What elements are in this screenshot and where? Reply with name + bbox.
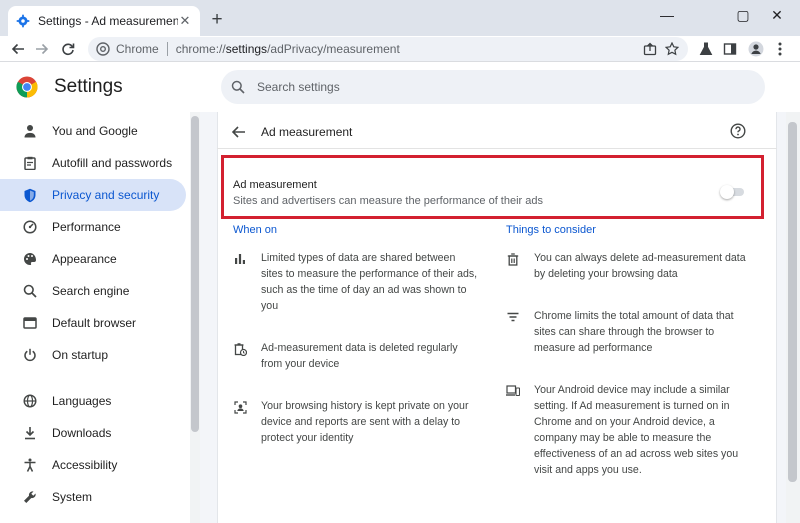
tab-title: Settings - Ad measurement	[38, 14, 178, 28]
back-icon[interactable]	[8, 39, 28, 59]
search-icon	[231, 80, 245, 94]
sidebar-scrollbar-thumb[interactable]	[191, 116, 199, 432]
sidebar-item-on-startup[interactable]: On startup	[0, 339, 186, 371]
power-icon	[22, 347, 38, 363]
shield-icon	[22, 187, 38, 203]
tab-settings[interactable]: Settings - Ad measurement ✕	[8, 6, 200, 36]
when-on-heading: When on	[233, 224, 278, 236]
search-settings-input[interactable]: Search settings	[221, 70, 765, 104]
auto-delete-icon	[233, 342, 247, 356]
sidebar-item-label: Privacy and security	[52, 188, 160, 202]
page-title: Settings	[54, 76, 123, 97]
reload-icon[interactable]	[58, 39, 78, 59]
trash-icon	[506, 252, 520, 266]
chrome-logo-icon	[16, 76, 38, 98]
heading-divider	[217, 148, 777, 149]
sidebar-item-privacy-and-security[interactable]: Privacy and security	[0, 179, 186, 211]
sidebar-item-label: Performance	[52, 220, 121, 234]
profile-avatar-icon[interactable]	[746, 39, 766, 59]
sidebar-item-appearance[interactable]: Appearance	[0, 243, 186, 275]
sidebar-item-default-browser[interactable]: Default browser	[0, 307, 186, 339]
labs-flask-icon[interactable]	[696, 39, 716, 59]
forward-icon[interactable]	[32, 39, 52, 59]
sidebar-item-label: Accessibility	[52, 458, 118, 472]
sidebar-item-search-engine[interactable]: Search engine	[0, 275, 186, 307]
sidebar-item-label: You and Google	[52, 124, 138, 138]
sidebar-item-downloads[interactable]: Downloads	[0, 417, 186, 449]
wrench-icon	[22, 489, 38, 505]
person-icon	[22, 123, 38, 139]
sidebar-item-label: On startup	[52, 348, 109, 362]
sidebar-item-system[interactable]: System	[0, 481, 186, 513]
search-placeholder: Search settings	[257, 80, 340, 94]
globe-icon	[22, 393, 38, 409]
palette-icon	[22, 251, 38, 267]
sidebar-item-label: System	[52, 490, 93, 504]
page-heading: Ad measurement	[261, 125, 353, 139]
clipboard-icon	[22, 155, 38, 171]
bookmark-star-icon[interactable]	[662, 39, 682, 59]
ad-measurement-toggle[interactable]	[720, 185, 744, 199]
sidebar-item-languages[interactable]: Languages	[0, 385, 186, 417]
accessibility-icon	[22, 457, 38, 473]
private-history-icon	[233, 400, 247, 414]
gear-icon	[16, 14, 30, 28]
address-bar[interactable]: Chrome chrome://settings/adPrivacy/measu…	[88, 37, 688, 61]
sidebar-item-label: Search engine	[52, 284, 130, 298]
bar-chart-icon	[233, 252, 247, 266]
share-icon[interactable]	[640, 39, 660, 59]
back-arrow-icon[interactable]	[230, 124, 248, 140]
sidebar-item-label: Autofill and passwords	[52, 156, 173, 170]
consider-item-3: Your Android device may include a simila…	[534, 384, 739, 476]
new-tab-button[interactable]: +	[206, 9, 228, 31]
close-window-button[interactable]: ✕	[754, 2, 800, 28]
download-icon	[22, 425, 38, 441]
devices-icon	[506, 384, 520, 398]
help-icon[interactable]	[730, 123, 746, 139]
consider-item-1: You can always delete ad-measurement dat…	[534, 252, 746, 280]
settings-sidebar: You and Google Autofill and passwords Pr…	[0, 112, 200, 523]
when-on-item-1: Limited types of data are shared between…	[261, 252, 478, 312]
sidebar-item-label: Languages	[52, 394, 112, 408]
sidebar-item-autofill[interactable]: Autofill and passwords	[0, 147, 186, 179]
minimize-button[interactable]: —	[644, 2, 690, 28]
sidebar-item-performance[interactable]: Performance	[0, 211, 186, 243]
toggle-knob	[720, 185, 734, 199]
settings-header: Settings Search settings	[0, 62, 800, 112]
url-text: chrome://settings/adPrivacy/measurement	[175, 42, 400, 56]
more-menu-icon[interactable]	[770, 39, 790, 59]
side-panel-icon[interactable]	[720, 39, 740, 59]
sidebar-item-label: Default browser	[52, 316, 137, 330]
search-icon	[22, 283, 38, 299]
omnibox-separator	[166, 42, 168, 56]
main-scrollbar-thumb[interactable]	[788, 122, 797, 482]
sidebar-item-you-and-google[interactable]: You and Google	[0, 115, 186, 147]
sidebar-item-label: Downloads	[52, 426, 112, 440]
sidebar-item-label: Appearance	[52, 252, 117, 266]
filter-lines-icon	[506, 310, 520, 324]
things-to-consider-heading: Things to consider	[506, 224, 596, 236]
chrome-site-icon	[96, 42, 110, 56]
ad-measurement-toggle-description: Sites and advertisers can measure the pe…	[233, 195, 543, 207]
tab-strip: Settings - Ad measurement ✕ + — ▢ ✕	[0, 0, 800, 36]
browser-toolbar: Chrome chrome://settings/adPrivacy/measu…	[0, 36, 800, 62]
ad-measurement-toggle-title: Ad measurement	[233, 179, 317, 191]
consider-item-2: Chrome limits the total amount of data t…	[534, 310, 734, 354]
close-tab-icon[interactable]: ✕	[178, 14, 192, 28]
sidebar-item-accessibility[interactable]: Accessibility	[0, 449, 186, 481]
browser-window-icon	[22, 315, 38, 331]
when-on-item-2: Ad-measurement data is deleted regularly…	[261, 342, 458, 370]
speedometer-icon	[22, 219, 38, 235]
site-label: Chrome	[116, 42, 159, 56]
when-on-item-3: Your browsing history is kept private on…	[261, 400, 469, 444]
